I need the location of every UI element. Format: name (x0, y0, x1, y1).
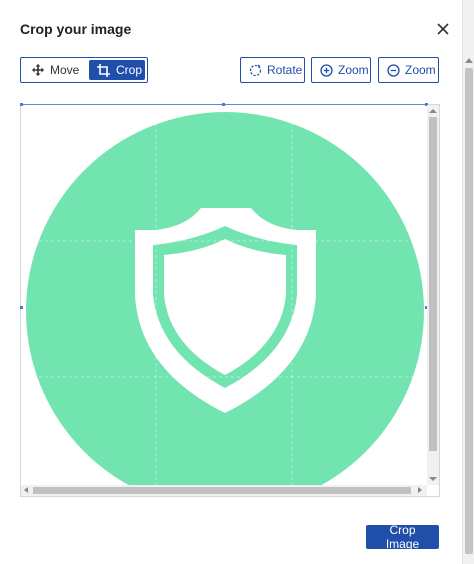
rotate-button[interactable]: Rotate (240, 57, 305, 83)
crop-handle-top[interactable] (222, 103, 225, 106)
scroll-up-arrow-icon[interactable] (429, 109, 437, 113)
canvas-horizontal-scrollbar[interactable] (21, 485, 427, 496)
zoom-out-button[interactable]: Zoom (378, 57, 439, 83)
zoom-out-label: Zoom (405, 63, 436, 77)
crop-dialog: Crop your image Move Crop Rotate Zoom Zo… (0, 0, 462, 564)
close-icon[interactable] (434, 20, 452, 38)
crop-label: Crop (116, 63, 143, 77)
crop-toggle-button[interactable]: Crop (89, 60, 145, 80)
move-label: Move (50, 63, 80, 77)
zoom-in-label: Zoom (338, 63, 369, 77)
canvas-vertical-scrollbar[interactable] (427, 105, 439, 485)
mode-toggle: Move Crop (20, 57, 148, 83)
move-arrows-icon (32, 64, 44, 76)
crop-canvas[interactable] (20, 104, 440, 497)
rotate-label: Rotate (267, 63, 303, 77)
image-preview (21, 105, 428, 496)
crop-handle-top-left[interactable] (20, 103, 23, 106)
page-scroll-thumb[interactable] (465, 68, 473, 554)
crop-handle-left[interactable] (20, 306, 23, 309)
zoom-in-button[interactable]: Zoom (311, 57, 371, 83)
zoom-out-icon (387, 63, 400, 77)
page-scrollbar[interactable] (462, 0, 474, 564)
zoom-in-icon (320, 63, 333, 77)
crop-icon (97, 63, 110, 77)
vertical-scroll-thumb[interactable] (429, 117, 437, 451)
scroll-right-arrow-icon[interactable] (418, 487, 422, 493)
rotate-icon (249, 64, 262, 76)
scroll-left-arrow-icon[interactable] (24, 487, 28, 493)
scroll-down-arrow-icon[interactable] (429, 477, 437, 481)
page-scroll-up-icon[interactable] (465, 58, 473, 63)
horizontal-scroll-thumb[interactable] (33, 487, 411, 494)
dialog-title: Crop your image (20, 21, 132, 37)
move-toggle-button[interactable]: Move (24, 60, 86, 80)
crop-image-button[interactable]: Crop Image (366, 523, 439, 551)
